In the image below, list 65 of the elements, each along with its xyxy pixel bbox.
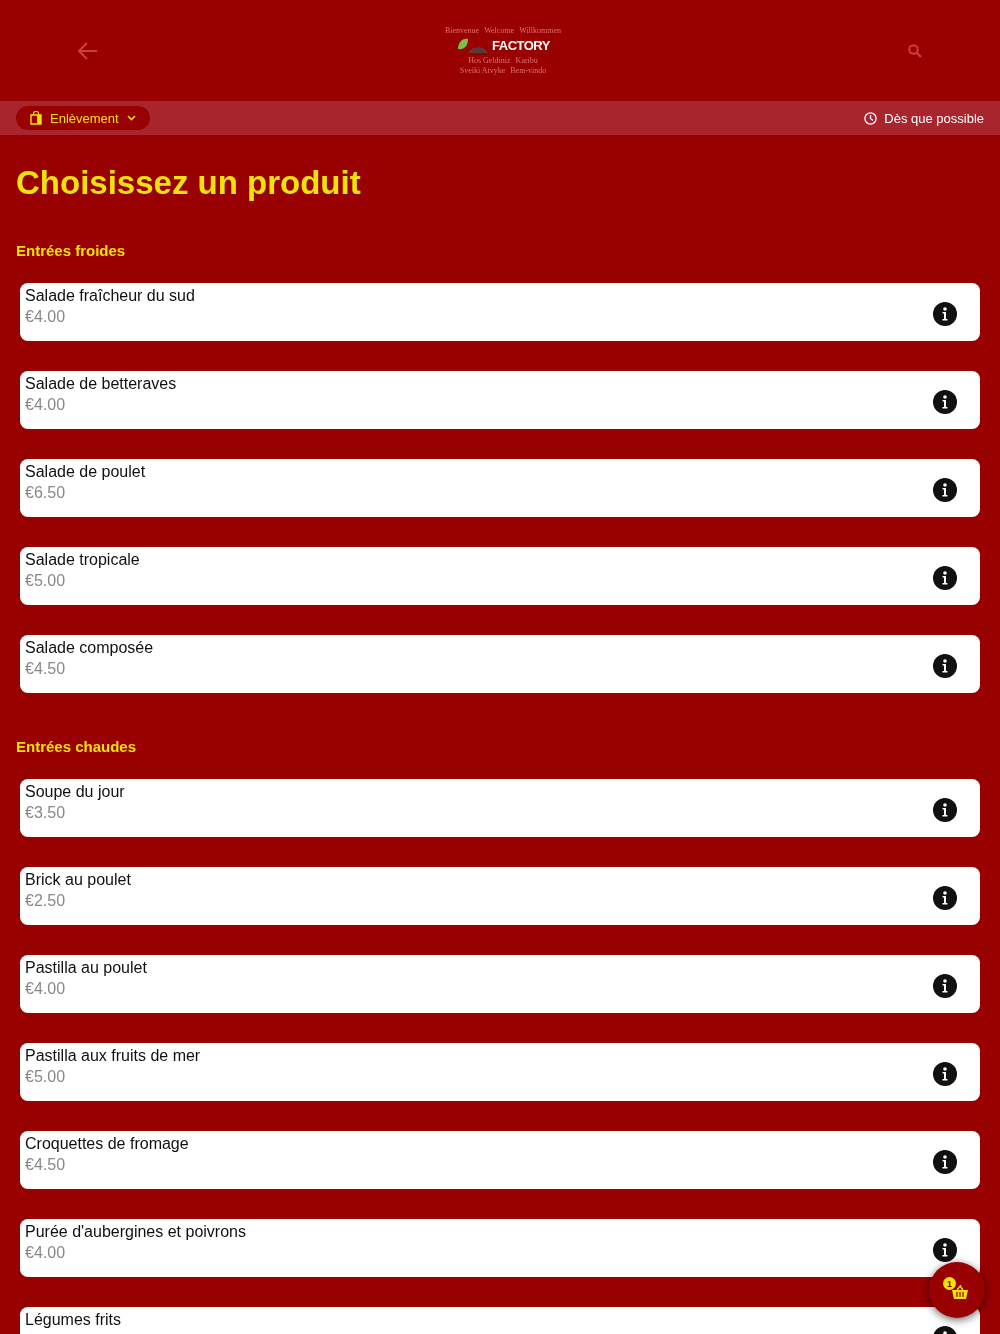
leaf-cloche-icon <box>456 36 491 55</box>
product-price: €5.00 <box>25 1067 67 1087</box>
logo-word: Welcome <box>484 25 515 36</box>
logo-word: Karibu <box>515 55 538 66</box>
info-icon[interactable] <box>933 973 957 998</box>
product-card[interactable]: Purée d'aubergines et poivrons €4.00 <box>20 1219 980 1277</box>
info-icon[interactable] <box>933 301 957 326</box>
product-card[interactable]: Légumes frits <box>20 1307 980 1334</box>
product-card[interactable]: Salade fraîcheur du sud €4.00 <box>20 283 980 341</box>
product-name: Salade fraîcheur du sud <box>25 286 195 306</box>
info-icon[interactable] <box>933 885 957 910</box>
clock-icon <box>864 111 878 125</box>
logo-word: Sveiki Atvyke <box>459 65 506 76</box>
product-name: Salade tropicale <box>25 550 140 570</box>
product-card[interactable]: Salade composée €4.50 <box>20 635 980 693</box>
section-title: Entrées chaudes <box>16 737 138 757</box>
basket-icon <box>952 1285 968 1299</box>
product-name: Brick au poulet <box>25 870 131 890</box>
product-name: Pastilla aux fruits de mer <box>25 1046 201 1066</box>
info-icon[interactable] <box>933 565 957 590</box>
product-price: €4.00 <box>25 307 67 327</box>
product-name: Salade composée <box>25 638 154 658</box>
cart-count-badge: 1 <box>943 1277 956 1290</box>
product-card[interactable]: Pastilla au poulet €4.00 <box>20 955 980 1013</box>
logo-word: Bienvenue <box>444 25 480 36</box>
info-icon[interactable] <box>933 1237 957 1262</box>
info-icon[interactable] <box>933 653 957 678</box>
info-icon[interactable] <box>933 389 957 414</box>
logo-word: Bem-vindo <box>510 65 547 76</box>
product-card[interactable]: Pastilla aux fruits de mer €5.00 <box>20 1043 980 1101</box>
pickup-dropdown[interactable]: Enlèvement <box>16 106 150 130</box>
product-card[interactable]: Croquettes de fromage €4.50 <box>20 1131 980 1189</box>
product-card[interactable]: Salade tropicale €5.00 <box>20 547 980 605</box>
section-title: Entrées froides <box>16 241 127 261</box>
product-name: Croquettes de fromage <box>25 1134 189 1154</box>
info-icon[interactable] <box>933 1149 957 1174</box>
product-card[interactable]: Salade de poulet €6.50 <box>20 459 980 517</box>
product-price: €4.00 <box>25 1243 67 1263</box>
product-card[interactable]: Soupe du jour €3.50 <box>20 779 980 837</box>
info-icon[interactable] <box>933 1061 957 1086</box>
product-price: €2.50 <box>25 891 67 911</box>
product-price: €4.00 <box>25 395 67 415</box>
chevron-icon <box>126 115 136 121</box>
logo-word: Willkommen <box>519 25 562 36</box>
brand-name: FACTORY <box>492 38 550 53</box>
info-icon[interactable] <box>933 797 957 822</box>
product-name: Pastilla au poulet <box>25 958 147 978</box>
product-name: Salade de poulet <box>25 462 146 482</box>
page-title: Choisissez un produit <box>16 163 362 203</box>
time-selector[interactable]: Dès que possible <box>884 110 984 126</box>
product-card[interactable]: Salade de betteraves €4.00 <box>20 371 980 429</box>
product-card[interactable]: Brick au poulet €2.50 <box>20 867 980 925</box>
product-price: €6.50 <box>25 483 67 503</box>
product-name: Légumes frits <box>25 1310 122 1330</box>
logo-word: Hos Geldiniz <box>468 55 511 66</box>
product-price: €4.50 <box>25 659 67 679</box>
product-name: Soupe du jour <box>25 782 125 802</box>
product-name: Salade de betteraves <box>25 374 177 394</box>
product-price: €4.00 <box>25 979 67 999</box>
product-price: €4.50 <box>25 1155 67 1175</box>
product-price: €5.00 <box>25 571 67 591</box>
info-icon[interactable] <box>933 477 957 502</box>
bag-icon <box>30 111 42 125</box>
product-price: €3.50 <box>25 803 67 823</box>
product-name: Purée d'aubergines et poivrons <box>25 1222 246 1242</box>
